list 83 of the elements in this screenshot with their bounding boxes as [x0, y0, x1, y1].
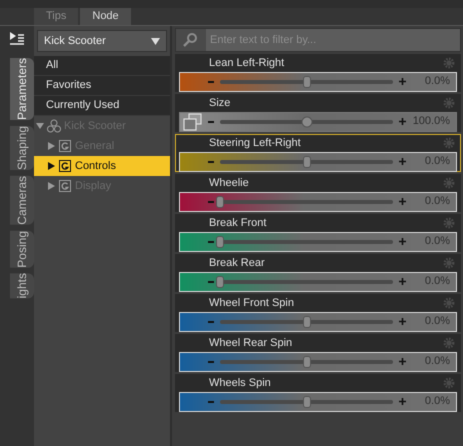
minus-icon[interactable]: [208, 120, 214, 122]
gear-icon[interactable]: [443, 217, 455, 230]
filter-item[interactable]: Currently Used: [34, 96, 170, 116]
plus-icon[interactable]: [399, 358, 406, 365]
minus-icon[interactable]: [208, 80, 214, 82]
parameter-value: 0.0%: [424, 394, 450, 410]
filter-item[interactable]: All: [34, 56, 170, 76]
parameter-label: Wheels Spin: [209, 376, 272, 391]
plus-icon[interactable]: [399, 158, 406, 165]
parameter-value: 0.0%: [424, 274, 450, 290]
parameter-value: 0.0%: [424, 354, 450, 370]
plus-icon[interactable]: [399, 198, 406, 205]
gear-icon[interactable]: [443, 137, 455, 150]
parameter-value: 0.0%: [424, 194, 450, 210]
parameter-value: 0.0%: [424, 234, 450, 250]
slider-thumb[interactable]: [302, 356, 310, 368]
gear-icon[interactable]: [443, 377, 455, 390]
minus-icon[interactable]: [208, 200, 214, 202]
gear-icon[interactable]: [443, 57, 455, 70]
side-tab[interactable]: Shaping: [10, 126, 34, 170]
minus-icon[interactable]: [208, 280, 214, 282]
minus-icon[interactable]: [208, 360, 214, 362]
parameter-label: Lean Left-Right: [209, 56, 286, 71]
side-tab[interactable]: Parameters: [10, 58, 34, 120]
side-tab[interactable]: Cameras: [10, 176, 34, 225]
plus-icon[interactable]: [399, 118, 406, 125]
parameter-label: Wheel Rear Spin: [209, 336, 294, 351]
slider-thumb[interactable]: [216, 236, 224, 248]
minus-icon[interactable]: [208, 400, 214, 402]
slider-thumb[interactable]: [302, 76, 310, 88]
slider-thumb[interactable]: [302, 396, 310, 408]
plus-icon[interactable]: [399, 78, 406, 85]
parameter-value: 0.0%: [424, 314, 450, 330]
slider-thumb[interactable]: [301, 116, 312, 127]
expand-icon[interactable]: [48, 162, 55, 170]
gear-icon[interactable]: [443, 177, 455, 190]
scale-icon[interactable]: [183, 112, 203, 130]
parameter-label: Steering Left-Right: [209, 136, 302, 151]
plus-icon[interactable]: [399, 318, 406, 325]
parameter-label: Wheel Front Spin: [209, 296, 295, 311]
parameter-label: Size: [209, 96, 232, 111]
plus-icon[interactable]: [399, 238, 406, 245]
parameter-label: Break Front: [209, 216, 268, 231]
parameter-slider[interactable]: 0.0%: [179, 352, 457, 372]
gear-icon[interactable]: [443, 257, 455, 270]
plus-icon[interactable]: [399, 398, 406, 405]
parameter-slider[interactable]: 0.0%: [179, 312, 457, 332]
slider-thumb[interactable]: [302, 316, 310, 328]
node-dropdown[interactable]: Kick Scooter: [37, 30, 167, 52]
group-icon: [59, 140, 71, 152]
parameter-value: 100.0%: [412, 114, 450, 130]
parameter-slider[interactable]: 100.0%: [179, 112, 457, 132]
group-icon: [59, 160, 71, 172]
side-tab[interactable]: ights: [10, 273, 34, 299]
minus-icon[interactable]: [208, 320, 214, 322]
caret-icon: [151, 38, 160, 44]
parameter-value: 0.0%: [424, 154, 450, 170]
parameter-slider[interactable]: 0.0%: [179, 72, 457, 92]
minus-icon[interactable]: [208, 160, 214, 162]
slider-thumb[interactable]: [302, 156, 310, 168]
parameter-slider[interactable]: 0.0%: [179, 152, 457, 172]
parameter-label: Break Rear: [209, 256, 266, 271]
group-icon: [59, 180, 71, 192]
gear-icon[interactable]: [443, 297, 455, 310]
parameter-slider[interactable]: 0.0%: [179, 192, 457, 212]
minus-icon[interactable]: [208, 240, 214, 242]
panel-tab[interactable]: Node: [80, 8, 131, 25]
parameter-value: 0.0%: [424, 74, 450, 90]
slider-thumb[interactable]: [216, 196, 224, 208]
plus-icon[interactable]: [399, 278, 406, 285]
parameter-slider[interactable]: 0.0%: [179, 392, 457, 412]
tree-item[interactable]: Controls: [34, 156, 170, 176]
parameter-slider[interactable]: 0.0%: [179, 272, 457, 292]
side-tab[interactable]: Posing: [10, 230, 34, 268]
panel-tab[interactable]: Tips: [34, 8, 78, 25]
slider-thumb[interactable]: [216, 276, 224, 288]
filter-item[interactable]: Favorites: [34, 76, 170, 96]
parameter-slider[interactable]: 0.0%: [179, 232, 457, 252]
gear-icon[interactable]: [443, 337, 455, 350]
figure-icon: [46, 119, 62, 133]
search-icon[interactable]: [182, 32, 200, 48]
gear-icon[interactable]: [443, 97, 455, 110]
parameter-label: Wheelie: [209, 176, 250, 191]
